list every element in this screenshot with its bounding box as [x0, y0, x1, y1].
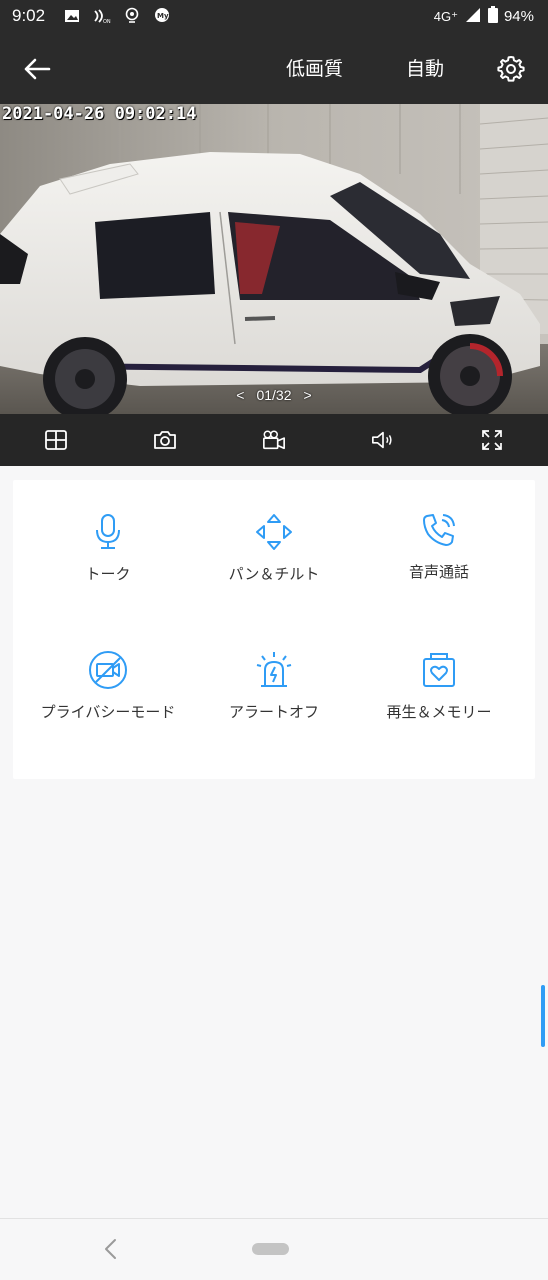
grid-view-icon	[45, 430, 67, 450]
phone-call-icon	[419, 510, 459, 550]
privacy-camera-off-icon	[88, 650, 128, 690]
video-pager: < 01/32 >	[0, 387, 548, 403]
speaker-volume-icon	[372, 431, 392, 449]
voice-call-label: 音声通話	[408, 563, 469, 581]
mydocomo-icon: My	[152, 6, 172, 26]
playback-memory-control[interactable]: 再生＆メモリー	[359, 650, 519, 722]
nfc-icon: ON	[92, 6, 112, 26]
battery-percent: 94%	[503, 8, 534, 25]
quality-button[interactable]: 低画質	[286, 54, 343, 81]
auto-mode-button[interactable]: 自動	[406, 54, 444, 81]
talk-control[interactable]: トーク	[28, 512, 188, 584]
pan-tilt-arrows-icon	[254, 512, 294, 552]
control-panel: トーク パン＆チルト 音声通話 プライバシーモード アラートオフ 再生＆メモリー	[13, 480, 535, 779]
pager-prev-button[interactable]: <	[236, 387, 244, 403]
alarm-light-icon	[254, 650, 294, 690]
arrow-left-icon	[24, 58, 51, 80]
image-icon	[62, 6, 82, 26]
pan-tilt-control[interactable]: パン＆チルト	[194, 512, 354, 584]
gear-icon	[497, 56, 525, 82]
fullscreen-button[interactable]	[480, 428, 504, 452]
signal-icon	[464, 7, 482, 27]
snapshot-camera-icon	[154, 431, 176, 449]
pager-next-button[interactable]: >	[304, 387, 312, 403]
status-bar: 9:02 ON My 4G⁺ 94%	[0, 0, 548, 34]
settings-button[interactable]	[496, 54, 526, 84]
grid-view-button[interactable]	[44, 428, 68, 452]
alert-off-control[interactable]: アラートオフ	[194, 650, 354, 722]
camera-scene-image	[0, 104, 548, 414]
record-button[interactable]	[262, 428, 286, 452]
voice-call-control[interactable]: 音声通話	[359, 510, 519, 582]
back-button[interactable]	[20, 52, 54, 86]
video-timestamp: 2021-04-26 09:02:14	[2, 104, 197, 124]
playback-memory-label: 再生＆メモリー	[386, 703, 492, 721]
snapshot-button[interactable]	[153, 428, 177, 452]
microphone-icon	[88, 512, 128, 552]
talk-label: トーク	[85, 565, 131, 583]
record-video-icon	[263, 430, 285, 450]
nav-back-icon[interactable]	[100, 1237, 122, 1261]
privacy-mode-label: プライバシーモード	[40, 703, 176, 721]
status-notification-icons: ON My	[62, 6, 172, 26]
svg-text:My: My	[157, 12, 169, 20]
alert-off-label: アラートオフ	[228, 703, 319, 721]
pager-count: 01/32	[256, 387, 292, 403]
nav-home-pill[interactable]	[252, 1243, 289, 1255]
privacy-mode-control[interactable]: プライバシーモード	[28, 650, 188, 722]
volume-button[interactable]	[371, 428, 395, 452]
svg-text:ON: ON	[103, 19, 111, 25]
network-type: 4G⁺	[433, 8, 458, 24]
status-time: 9:02	[12, 6, 46, 25]
video-toolbar	[0, 414, 548, 466]
system-nav-bar	[0, 1218, 548, 1280]
fullscreen-expand-icon	[482, 430, 502, 450]
app-bar: 低画質 自動	[0, 34, 548, 104]
status-right: 4G⁺ 94%	[434, 6, 534, 27]
scroll-indicator[interactable]	[541, 985, 545, 1047]
pan-tilt-label: パン＆チルト	[228, 565, 320, 583]
playback-memory-icon	[419, 650, 459, 690]
battery-icon	[487, 6, 498, 27]
location-icon	[122, 6, 142, 26]
camera-video-feed[interactable]: 2021-04-26 09:02:14 < 01/32 >	[0, 104, 548, 414]
